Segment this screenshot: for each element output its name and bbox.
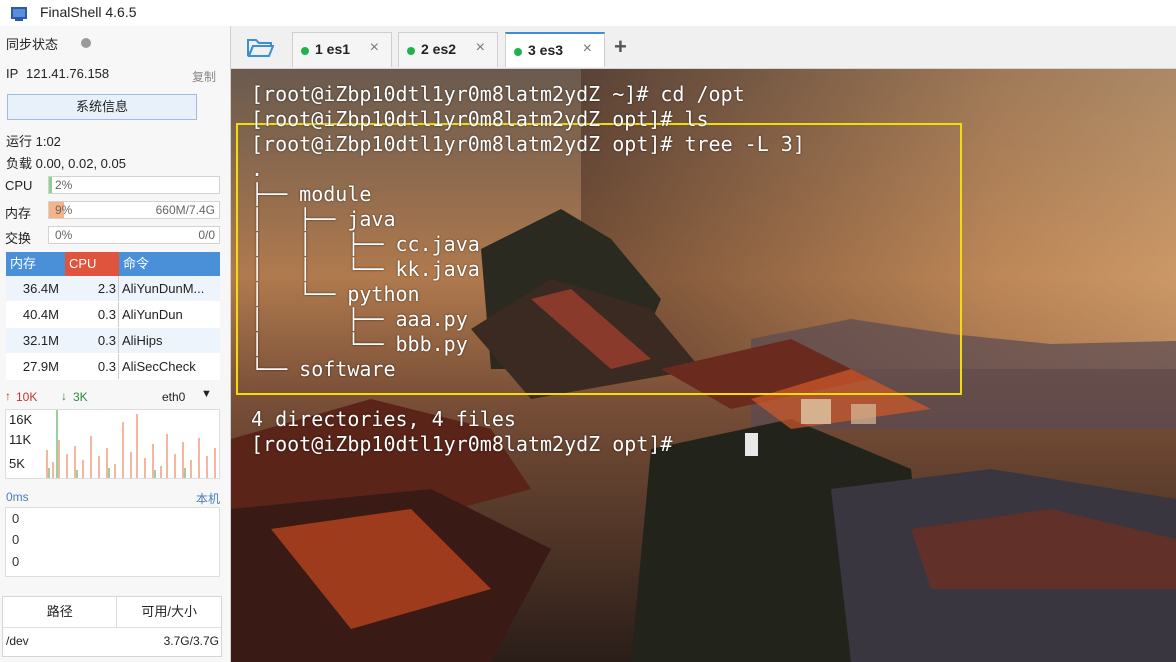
process-memory: 32.1M — [22, 333, 59, 348]
process-command: AliYunDun — [122, 307, 183, 322]
swap-label: 交换 — [5, 231, 32, 246]
download-arrow-icon: ↓ — [61, 389, 67, 403]
process-cpu: 0.3 — [65, 302, 119, 327]
process-command: AliSecCheck — [122, 359, 196, 374]
ip-label: IP — [6, 66, 19, 81]
upload-arrow-icon: ↑ — [5, 389, 11, 403]
network-tick-5k: 5K — [9, 456, 25, 471]
terminal[interactable]: [root@iZbp10dtl1yr0m8latm2ydZ ~]# cd /op… — [231, 69, 1176, 662]
column-path[interactable]: 路径 — [3, 597, 118, 627]
process-memory: 36.4M — [22, 281, 59, 296]
memory-usage-value: 9% — [55, 203, 73, 217]
upload-speed: 10K — [16, 390, 38, 404]
latency-label: 0ms — [6, 490, 29, 504]
swap-usage-extra: 0/0 — [198, 228, 215, 242]
tab-es1[interactable]: 1 es1 × — [292, 32, 392, 67]
memory-label: 内存 — [5, 206, 32, 221]
disk-path: /dev — [6, 634, 29, 648]
network-chart: 16K 11K 5K — [5, 409, 220, 479]
app-title: FinalShell 4.6.5 — [40, 4, 137, 20]
latency-header: 0ms 本机 — [6, 489, 220, 507]
tab-es3[interactable]: 3 es3 × — [505, 32, 605, 67]
process-table: 内存 CPU 命令 36.4M 2.3 AliYunDunM... 40.4M … — [6, 252, 220, 380]
process-memory: 27.9M — [22, 359, 59, 374]
sync-status-dot — [81, 38, 91, 48]
memory-usage-bar: 9% 660M/7.4G — [48, 201, 220, 219]
network-tick-16k: 16K — [9, 412, 33, 427]
session-tab-bar: 1 es1 × 2 es2 × 3 es3 × + — [231, 26, 1176, 69]
cpu-usage-fill — [49, 177, 53, 193]
table-row[interactable]: 32.1M 0.3 AliHips — [6, 328, 220, 354]
process-cpu: 2.3 — [65, 276, 119, 301]
latency-chart: 0 0 0 — [5, 507, 220, 577]
connected-status-dot — [407, 47, 415, 55]
network-header: ↑ 10K ↓ 3K eth0 ▼ — [5, 388, 220, 406]
process-command: AliHips — [122, 333, 163, 348]
cpu-usage-value: 2% — [55, 178, 73, 192]
ip-value[interactable]: 121.41.76.158 — [26, 66, 109, 81]
close-icon[interactable]: × — [476, 39, 485, 57]
process-table-body: 36.4M 2.3 AliYunDunM... 40.4M 0.3 AliYun… — [6, 276, 220, 380]
table-row[interactable]: 27.9M 0.3 AliSecCheck — [6, 354, 220, 380]
column-command[interactable]: 命令 — [119, 252, 220, 276]
swap-usage-value: 0% — [55, 228, 73, 242]
process-cpu: 0.3 — [65, 328, 119, 353]
terminal-output: [root@iZbp10dtl1yr0m8latm2ydZ ~]# cd /op… — [251, 82, 805, 456]
disk-table-header: 路径 可用/大小 — [3, 597, 221, 628]
process-command: AliYunDunM... — [122, 281, 205, 296]
chevron-down-icon[interactable]: ▼ — [201, 388, 212, 400]
tab-es2[interactable]: 2 es2 × — [398, 32, 498, 67]
load-text: 负载 0.00, 0.02, 0.05 — [6, 156, 126, 171]
cpu-usage-bar: 2% — [48, 176, 220, 194]
column-cpu[interactable]: CPU — [65, 252, 119, 276]
upload-bars — [46, 414, 216, 478]
network-interface-select[interactable]: eth0 — [162, 390, 185, 404]
connected-status-dot — [514, 48, 522, 56]
process-memory: 40.4M — [22, 307, 59, 322]
finalshell-logo-icon — [11, 7, 27, 21]
network-bars — [46, 410, 216, 478]
tab-label: 2 es2 — [421, 41, 457, 57]
uptime-text: 运行 1:02 — [6, 134, 61, 149]
cpu-label: CPU — [5, 178, 33, 193]
network-tick-11k: 11K — [9, 432, 32, 447]
download-bars — [48, 410, 186, 478]
table-row[interactable]: 40.4M 0.3 AliYunDun — [6, 302, 220, 328]
close-icon[interactable]: × — [370, 39, 379, 57]
sync-status-label: 同步状态 — [6, 37, 59, 52]
latency-host[interactable]: 本机 — [196, 490, 220, 507]
download-speed: 3K — [73, 390, 88, 404]
table-row[interactable]: /dev 3.7G/3.7G — [3, 628, 221, 656]
swap-usage-bar: 0% 0/0 — [48, 226, 220, 244]
tab-label: 3 es3 — [528, 42, 564, 58]
memory-usage-extra: 660M/7.4G — [155, 203, 215, 217]
latency-value: 0 — [12, 554, 20, 569]
close-icon[interactable]: × — [583, 40, 592, 58]
latency-value: 0 — [12, 532, 20, 547]
folder-open-icon[interactable] — [246, 36, 274, 58]
connected-status-dot — [301, 47, 309, 55]
process-cpu: 0.3 — [65, 354, 119, 379]
system-info-button[interactable]: 系统信息 — [7, 94, 197, 120]
sidebar: 同步状态 IP 121.41.76.158 复制 系统信息 运行 1:02 负载… — [0, 26, 231, 662]
title-bar: FinalShell 4.6.5 — [0, 0, 1176, 26]
table-row[interactable]: 36.4M 2.3 AliYunDunM... — [6, 276, 220, 302]
process-table-header: 内存 CPU 命令 — [6, 252, 220, 276]
disk-size: 3.7G/3.7G — [163, 634, 219, 648]
column-memory[interactable]: 内存 — [6, 252, 65, 276]
disk-table: 路径 可用/大小 /dev 3.7G/3.7G — [2, 596, 222, 657]
column-available-size[interactable]: 可用/大小 — [117, 597, 221, 627]
terminal-cursor — [745, 433, 758, 456]
tab-label: 1 es1 — [315, 41, 351, 57]
latency-value: 0 — [12, 511, 20, 526]
add-tab-icon[interactable]: + — [614, 34, 627, 60]
copy-ip-button[interactable]: 复制 — [192, 68, 216, 85]
